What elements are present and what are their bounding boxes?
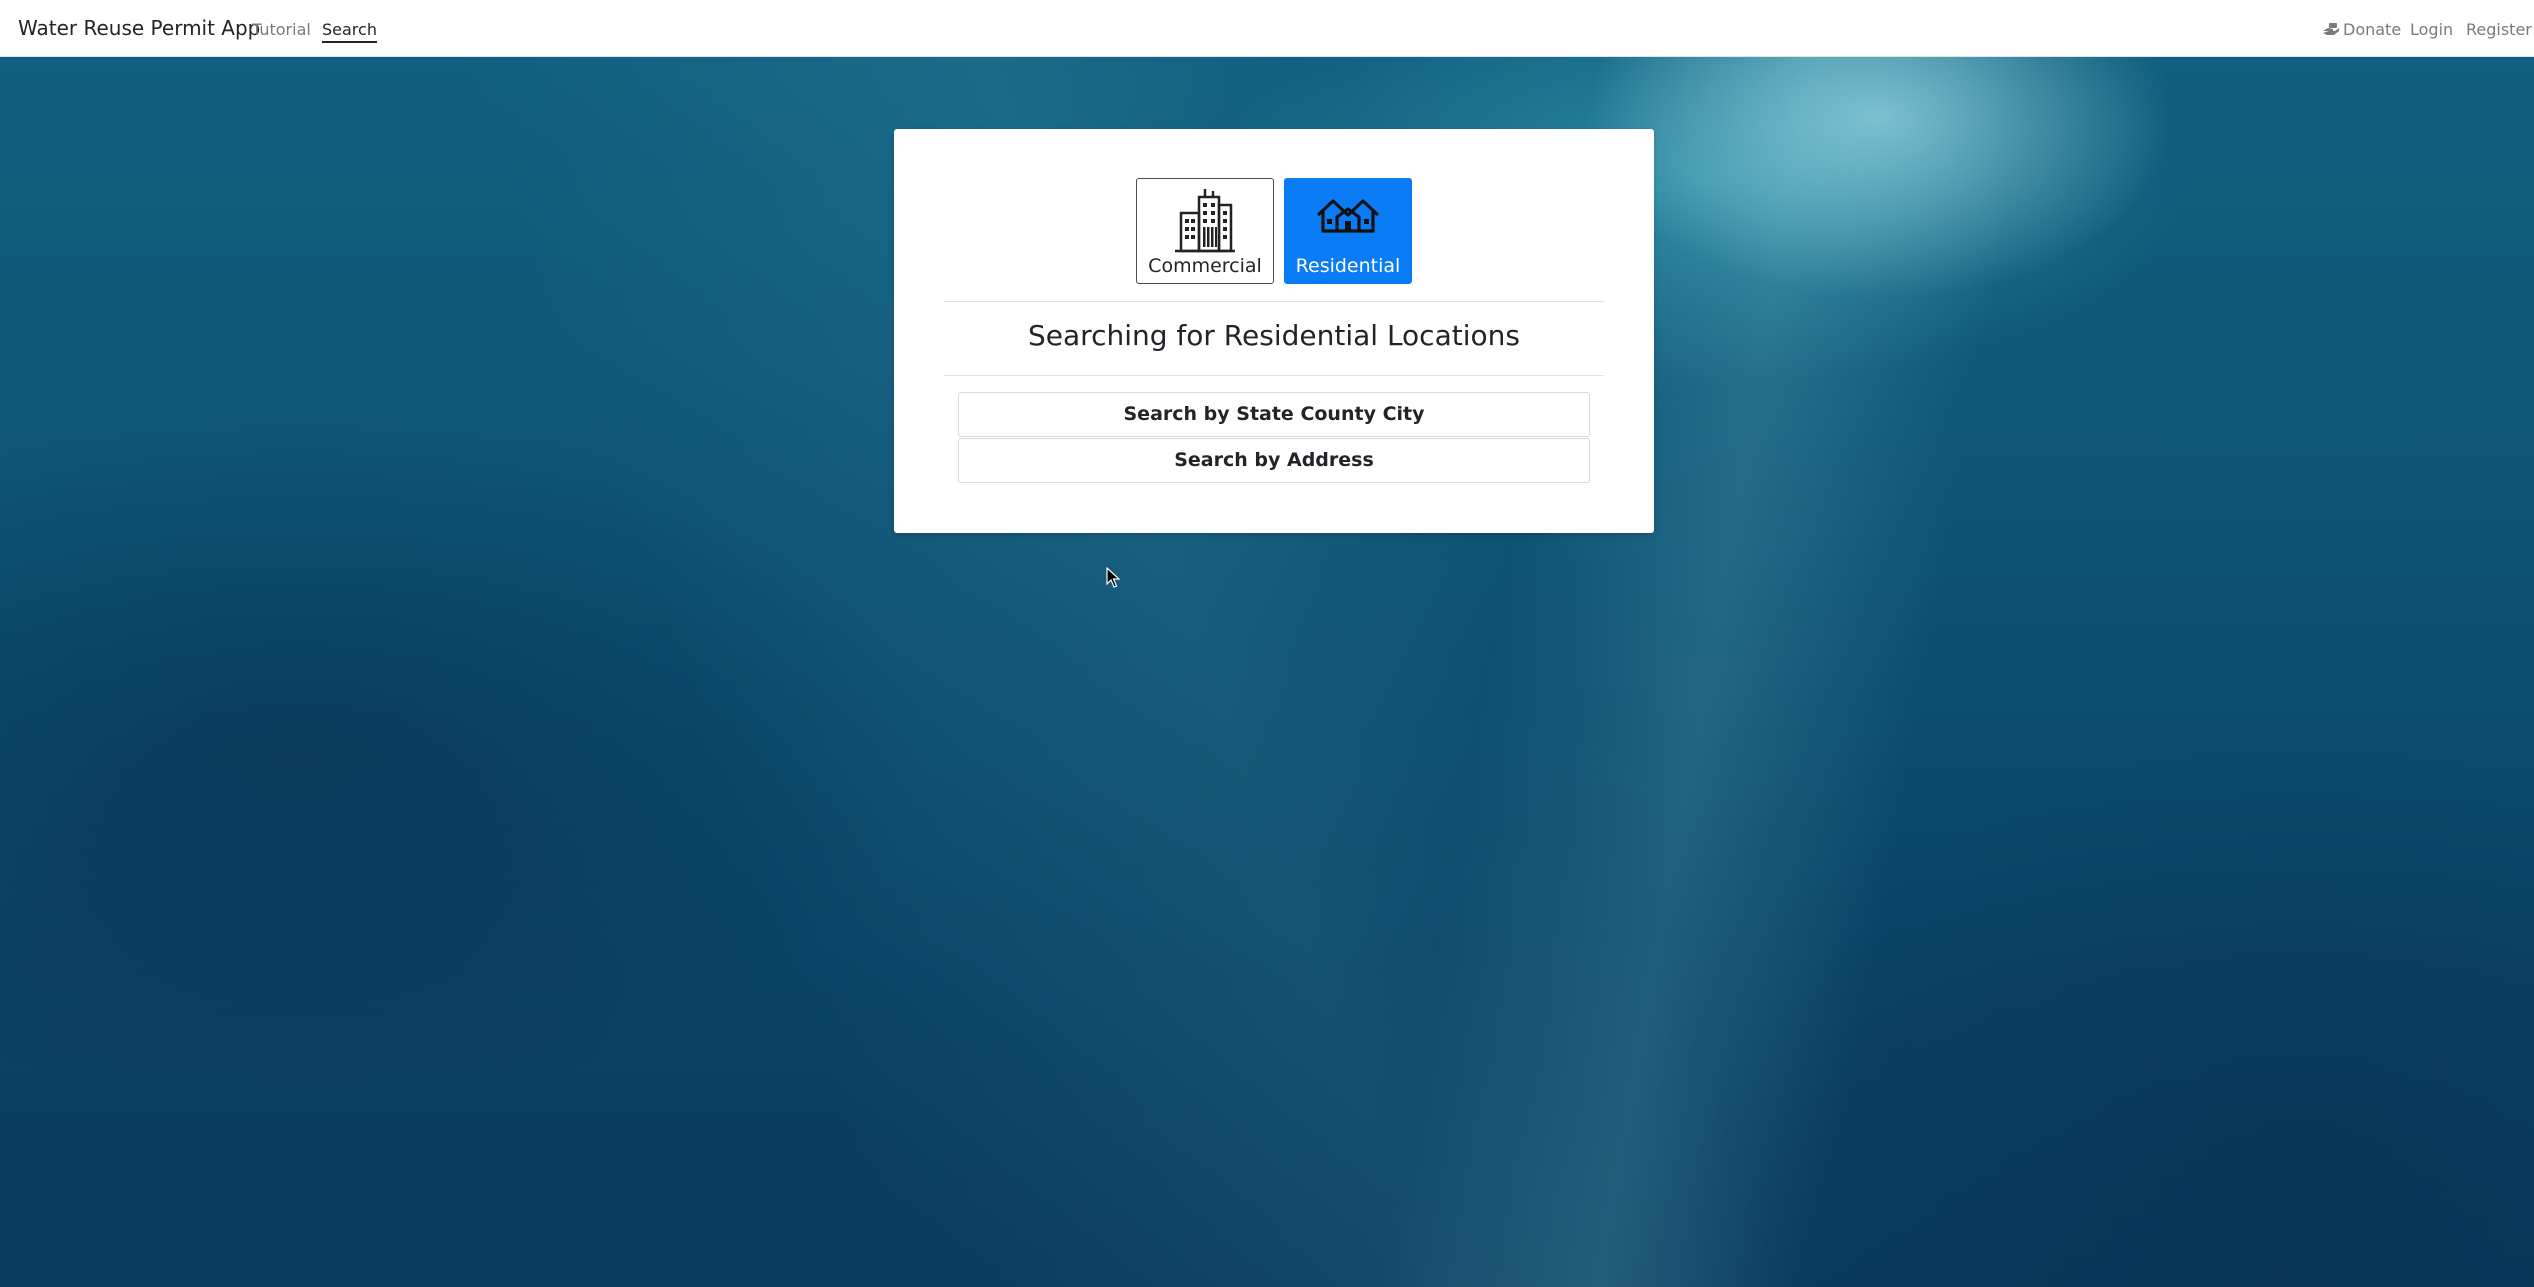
search-by-address-button[interactable]: Search by Address [958, 438, 1590, 483]
houses-icon [1316, 199, 1380, 233]
search-card: Commercial Residential Searching for Res… [894, 129, 1654, 533]
register-link[interactable]: Register [2466, 20, 2532, 39]
office-buildings-icon [1175, 189, 1235, 253]
search-heading: Searching for Residential Locations [1028, 319, 1520, 352]
search-by-state-county-city-button[interactable]: Search by State County City [958, 392, 1590, 437]
login-link[interactable]: Login [2410, 20, 2453, 39]
donate-label: Donate [2343, 20, 2402, 39]
top-navbar: Water Reuse Permit App Tutorial Search D… [0, 0, 2534, 57]
residential-label: Residential [1295, 255, 1401, 277]
nav-search-link[interactable]: Search [322, 20, 377, 43]
commercial-label: Commercial [1148, 255, 1262, 277]
mouse-cursor-icon [1106, 567, 1120, 588]
divider [944, 375, 1604, 376]
commercial-type-button[interactable]: Commercial [1136, 178, 1274, 284]
app-brand[interactable]: Water Reuse Permit App [18, 16, 260, 40]
nav-tutorial-link[interactable]: Tutorial [252, 20, 311, 39]
divider [944, 301, 1604, 302]
hand-holding-money-icon [2323, 23, 2339, 35]
donate-link[interactable]: Donate [2322, 20, 2401, 39]
residential-type-button[interactable]: Residential [1284, 178, 1412, 284]
